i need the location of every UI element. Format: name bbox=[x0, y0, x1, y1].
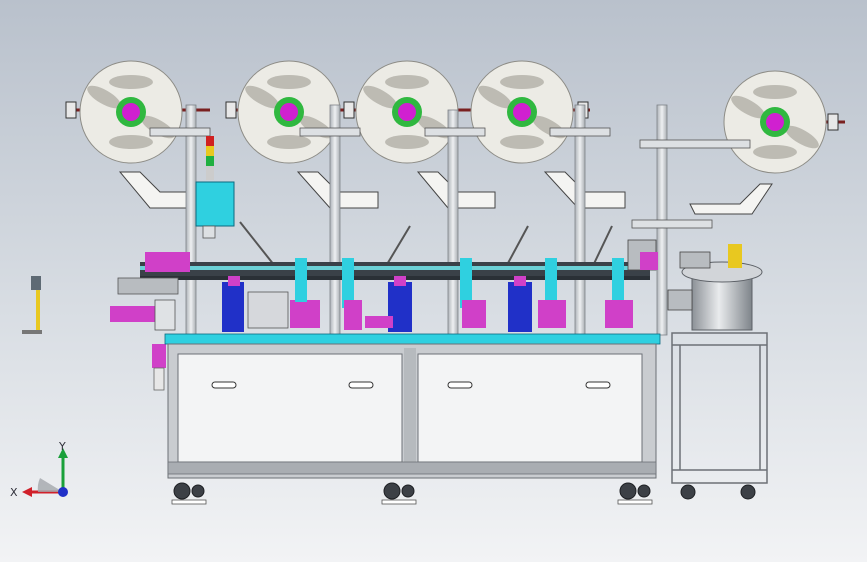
axis-triad: Y X bbox=[10, 440, 68, 499]
air-regulator bbox=[152, 344, 166, 391]
sensor-stand bbox=[22, 276, 42, 334]
machine-model[interactable] bbox=[0, 0, 867, 562]
feeder-cart bbox=[671, 332, 768, 484]
vibratory-bowl-feeder bbox=[667, 244, 763, 331]
cad-viewport[interactable]: Y X bbox=[0, 0, 867, 562]
casters bbox=[173, 482, 756, 500]
machine-table bbox=[164, 333, 661, 479]
axis-x-label: X bbox=[10, 486, 18, 499]
axis-y-label: Y bbox=[58, 440, 66, 453]
tape-reel-4 bbox=[465, 60, 590, 164]
left-infeed bbox=[110, 252, 190, 331]
signal-tower bbox=[206, 136, 214, 180]
control-box bbox=[195, 181, 235, 227]
tape-reel-5 bbox=[723, 70, 845, 174]
workstation-5 bbox=[605, 239, 658, 328]
